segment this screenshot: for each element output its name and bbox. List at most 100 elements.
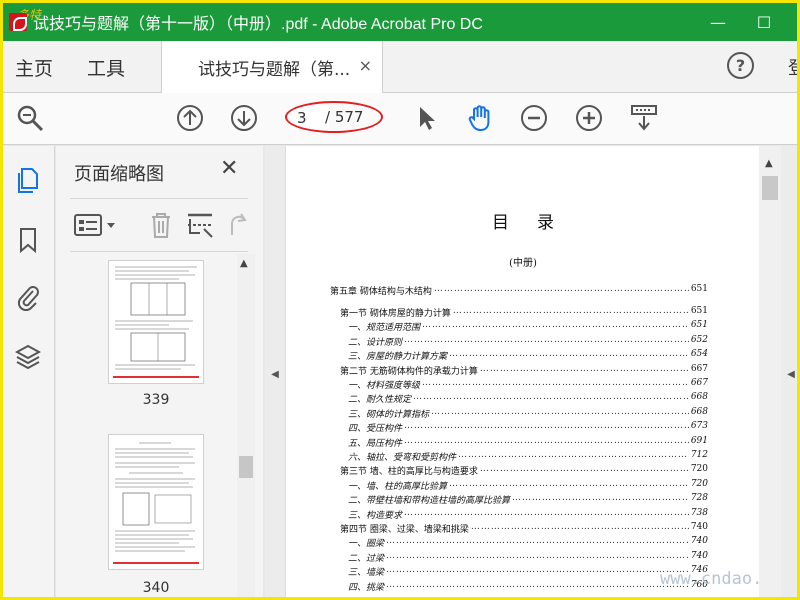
thumbnail-panel: 页面缩略图 ✕ 339 340 ▲ bbox=[56, 146, 263, 597]
toc-entry-title: 二、耐久性规定 bbox=[348, 395, 412, 406]
tab-document[interactable]: 试技巧与题解（第... × bbox=[161, 41, 383, 93]
toc-entry-title: 三、墙梁 bbox=[348, 568, 385, 579]
search-icon[interactable] bbox=[15, 103, 45, 133]
thumbnail-options-icon[interactable] bbox=[74, 213, 118, 239]
toc-entry-page: 652 bbox=[690, 334, 708, 345]
toc-leader-dots bbox=[512, 493, 689, 506]
help-icon[interactable]: ? bbox=[727, 52, 754, 79]
toc-leader-dots bbox=[480, 464, 689, 477]
zoom-out-icon[interactable] bbox=[519, 103, 549, 133]
zoom-in-icon[interactable] bbox=[574, 103, 604, 133]
toc-entry-title: 一、规范适用范围 bbox=[348, 323, 421, 334]
toc-entry-page: 720 bbox=[690, 478, 708, 489]
document-scroll-thumb[interactable] bbox=[762, 176, 778, 200]
toc-entry[interactable]: 四、挑梁760 bbox=[330, 580, 708, 593]
toc-entry[interactable]: 二、带壁柱墙和带构造柱墙的高厚比验算 728 bbox=[330, 493, 708, 506]
tab-home[interactable]: 主页 bbox=[15, 54, 53, 81]
toc-entry[interactable]: 第二节 无筋砌体构件的承载力计算 667 bbox=[330, 364, 708, 377]
toc-entry-title: 六、轴拉、受弯和受剪构件 bbox=[348, 453, 457, 463]
document-scrollbar[interactable]: ▲ bbox=[759, 146, 781, 597]
toc-entry[interactable]: 五、局压构件 691 bbox=[330, 436, 708, 449]
toc-entry-page: 651 bbox=[690, 284, 708, 294]
toc-entry-title: 二、过梁 bbox=[348, 553, 385, 564]
toc-entry-title: 三、砌体的计算指标 bbox=[348, 409, 430, 420]
thumbnail-page[interactable] bbox=[108, 260, 204, 384]
extract-page-icon[interactable] bbox=[186, 211, 214, 239]
toc-entry-title: 三、房屋的静力计算方案 bbox=[348, 352, 448, 363]
hand-tool-icon[interactable] bbox=[465, 103, 495, 133]
toc-entry[interactable]: 三、房屋的静力计算方案 654 bbox=[330, 349, 708, 362]
toc-entry-page: 673 bbox=[690, 421, 708, 432]
maximize-button[interactable]: ☐ bbox=[741, 3, 787, 41]
collapse-left-panel-handle[interactable]: ◀ bbox=[265, 146, 285, 597]
attachment-icon[interactable] bbox=[15, 283, 41, 311]
document-page[interactable]: 目录 (中册) 第五章 砌体结构与木结构651第一节 砌体房屋的静力计算651一… bbox=[285, 146, 759, 597]
select-tool-icon[interactable] bbox=[411, 103, 441, 133]
toc-entry[interactable]: 第四节 圈梁、过梁、墙梁和挑梁 740 bbox=[330, 522, 708, 535]
toc-entry[interactable]: 三、砌体的计算指标 668 bbox=[330, 407, 708, 420]
tab-close-icon[interactable]: × bbox=[359, 56, 372, 75]
page-preview bbox=[113, 266, 199, 378]
thumbnail-scrollbar[interactable]: ▲ bbox=[237, 254, 255, 597]
toc-entry[interactable]: 六、轴拉、受弯和受剪构件 712 bbox=[330, 450, 708, 463]
toc-leader-dots bbox=[404, 335, 689, 348]
toc-leader-dots bbox=[480, 364, 689, 377]
toc-leader-dots bbox=[453, 306, 689, 319]
thumbnail-page-number: 339 bbox=[142, 392, 170, 408]
scroll-up-icon[interactable]: ▲ bbox=[765, 158, 773, 169]
toc-entry[interactable]: 二、过梁 740 bbox=[330, 551, 708, 564]
toc-entry[interactable]: 一、圈梁 740 bbox=[330, 536, 708, 549]
tab-document-label: 试技巧与题解（第... bbox=[198, 59, 351, 80]
toc-leader-dots bbox=[434, 284, 689, 297]
toc-entry-title: 第二节 无筋砌体构件的承载力计算 bbox=[340, 366, 478, 377]
toc-entry-title: 三、构造要求 bbox=[348, 510, 403, 521]
thumbnail-list: 339 340 bbox=[56, 254, 256, 597]
toc-entry-page: 712 bbox=[690, 450, 708, 460]
toc-entry-page: 667 bbox=[690, 378, 708, 388]
page-thumbnails-icon[interactable] bbox=[15, 166, 41, 194]
toc-leader-dots bbox=[404, 436, 689, 449]
toc-entry-title: 二、带壁柱墙和带构造柱墙的高厚比验算 bbox=[348, 496, 511, 507]
acrobat-logo-icon bbox=[9, 13, 27, 31]
toc-entry-page: 740 bbox=[690, 522, 708, 532]
toc-entry-title: 第五章 砌体结构与木结构 bbox=[330, 287, 432, 297]
toc-entry[interactable]: 一、规范适用范围 651 bbox=[330, 320, 708, 333]
delete-page-icon[interactable] bbox=[148, 211, 174, 239]
scroll-mode-icon[interactable] bbox=[629, 103, 659, 133]
toc-entry-title: 二、设计原则 bbox=[348, 337, 403, 348]
sign-in-link[interactable]: 登 bbox=[788, 54, 797, 80]
toc-entry[interactable]: 第五章 砌体结构与木结构 651 bbox=[330, 284, 708, 297]
previous-page-icon[interactable] bbox=[175, 103, 205, 133]
minimize-button[interactable]: — bbox=[695, 3, 741, 41]
watermark-text: www.cndao.com bbox=[660, 569, 759, 589]
thumbnail-scroll-thumb[interactable] bbox=[239, 456, 253, 478]
toc-leader-dots bbox=[386, 580, 689, 593]
toc-entry-page: 738 bbox=[690, 507, 708, 518]
toc-leader-dots bbox=[386, 551, 689, 564]
toc-leader-dots bbox=[422, 378, 689, 391]
highlight-oval bbox=[285, 101, 383, 133]
rotate-page-icon[interactable] bbox=[226, 211, 248, 239]
panel-toolbar bbox=[70, 198, 248, 252]
toc-entry[interactable]: 第一节 砌体房屋的静力计算 651 bbox=[330, 306, 708, 319]
thumbnail-page[interactable] bbox=[108, 434, 204, 570]
scroll-up-icon[interactable]: ▲ bbox=[240, 258, 248, 269]
toc-entry[interactable]: 三、墙梁746 bbox=[330, 565, 708, 578]
toc-entry-page: 728 bbox=[690, 493, 708, 504]
toc-entry-page: 691 bbox=[690, 435, 708, 446]
expand-right-panel-handle[interactable]: ◀ bbox=[781, 146, 797, 597]
next-page-icon[interactable] bbox=[229, 103, 259, 133]
panel-close-icon[interactable]: ✕ bbox=[220, 156, 238, 181]
layers-icon[interactable] bbox=[15, 342, 41, 370]
toc-entry[interactable]: 第三节 墙、柱的高厚比与构造要求 720 bbox=[330, 464, 708, 477]
toc-entry-title: 五、局压构件 bbox=[348, 438, 403, 449]
window-title: 试技巧与题解（第十一版）（中册）.pdf - Adobe Acrobat Pro… bbox=[33, 16, 483, 33]
toc-entry[interactable]: 一、墙、柱的高厚比验算 720 bbox=[330, 479, 708, 492]
toc-entry[interactable]: 二、设计原则 652 bbox=[330, 335, 708, 348]
toc-entry[interactable]: 三、构造要求 738 bbox=[330, 508, 708, 521]
toc-entry[interactable]: 二、耐久性规定 668 bbox=[330, 392, 708, 405]
toc-entry[interactable]: 四、受压构件 673 bbox=[330, 421, 708, 434]
toc-entry[interactable]: 一、材料强度等级 667 bbox=[330, 378, 708, 391]
tab-tools[interactable]: 工具 bbox=[87, 54, 125, 81]
bookmark-icon[interactable] bbox=[15, 226, 41, 254]
